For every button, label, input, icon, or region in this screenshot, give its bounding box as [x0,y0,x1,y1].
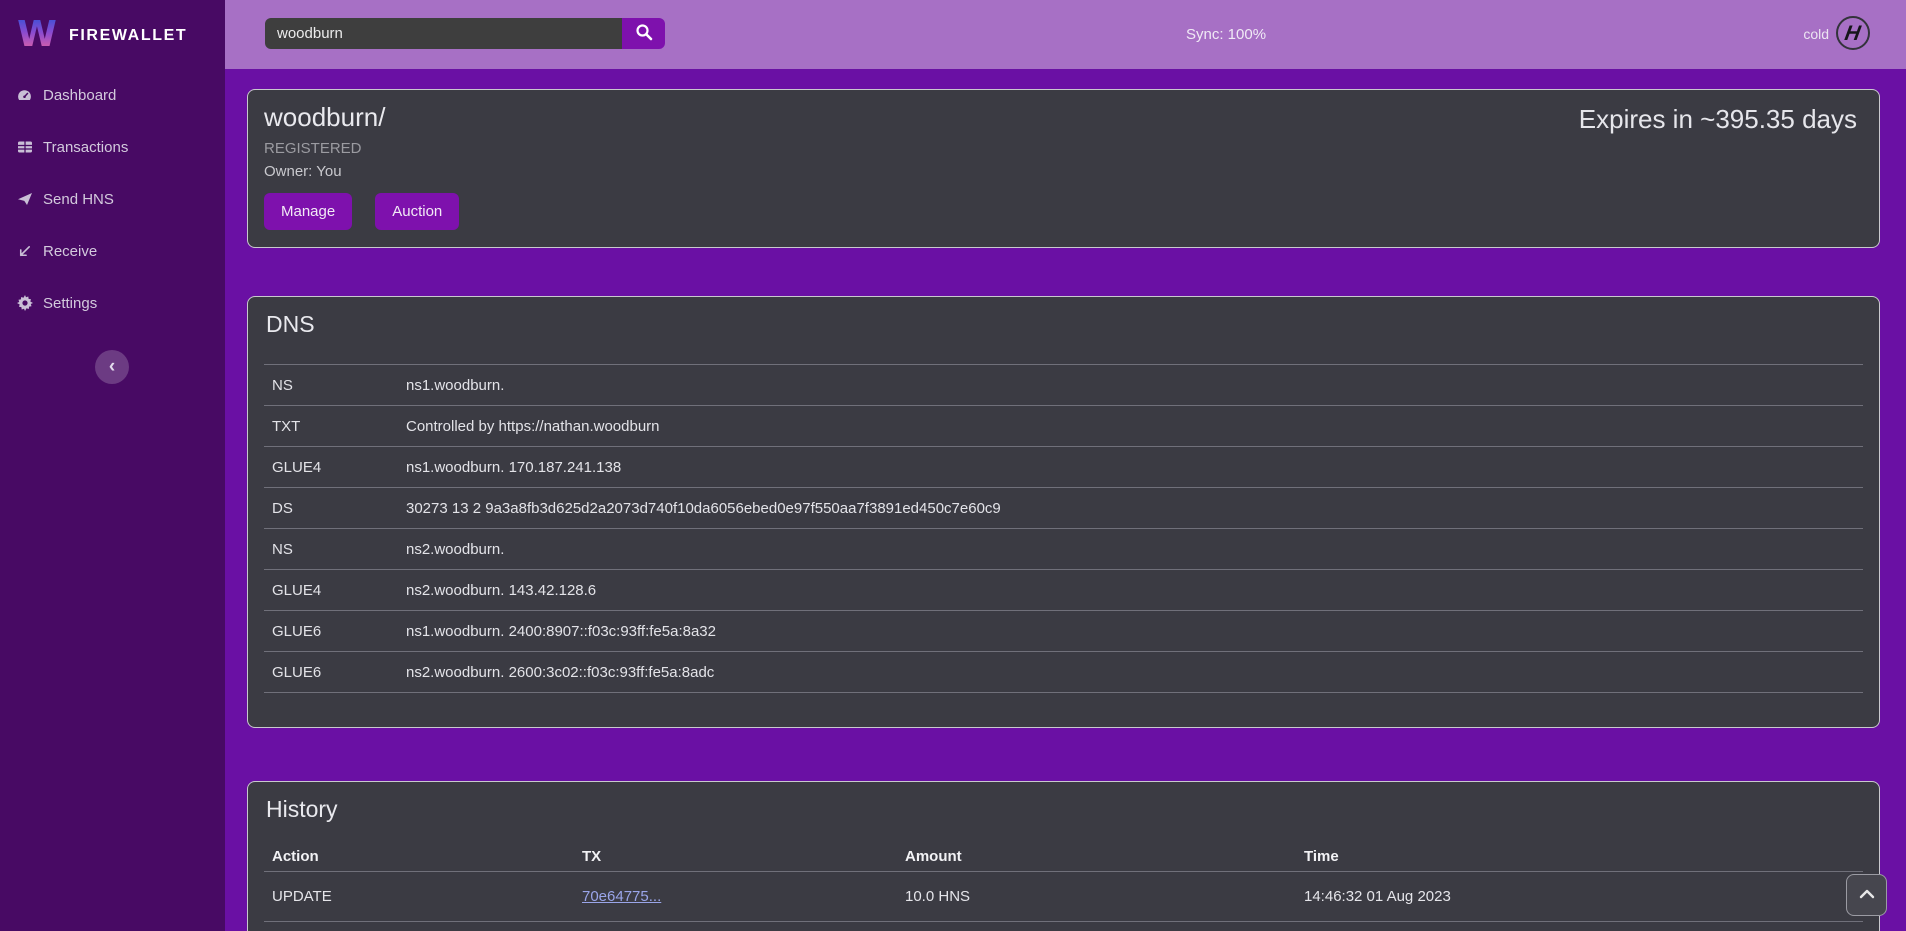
sidebar-item-label: Dashboard [43,87,116,104]
dns-record-row: DS 30273 13 2 9a3a8fb3d625d2a2073d740f10… [264,487,1863,528]
history-header-row: Action TX Amount Time [264,841,1863,871]
auction-button[interactable]: Auction [375,193,459,230]
history-time: 14:46:32 01 Aug 2023 [1296,888,1863,905]
sidebar-item-receive[interactable]: Receive [0,225,225,277]
search-bar [265,18,665,49]
firewallet-logo-icon: W [16,12,58,59]
app-name: FIREWALLET [69,27,187,45]
dns-record-value: ns1.woodburn. 170.187.241.138 [406,459,1863,476]
app-logo: W FIREWALLET [0,0,225,59]
dns-record-row: NS ns2.woodburn. [264,528,1863,569]
history-row: UPDATE 70e64775... 10.0 HNS 14:46:32 01 … [264,871,1863,921]
sidebar-item-label: Settings [43,295,97,312]
dns-record-value: ns2.woodburn. [406,541,1863,558]
transactions-icon [16,139,33,155]
sidebar-item-transactions[interactable]: Transactions [0,121,225,173]
dns-record-type: GLUE6 [264,664,406,681]
dns-record-row: GLUE4 ns1.woodburn. 170.187.241.138 [264,446,1863,487]
sync-status: Sync: 100% [1186,0,1266,69]
dns-record-row: NS ns1.woodburn. [264,364,1863,405]
dns-card: DNS NS ns1.woodburn. TXT Controlled by h… [247,296,1880,728]
sidebar: W FIREWALLET Dashboard [0,0,225,931]
sidebar-item-label: Receive [43,243,97,260]
tx-link[interactable]: 70e64775... [582,888,661,905]
history-row: RENEW 45bd0c1... 10.0 HNS 15:15:36 05 Ju… [264,921,1863,931]
dns-record-value: ns1.woodburn. [406,377,1863,394]
dns-table: NS ns1.woodburn. TXT Controlled by https… [264,364,1863,693]
dns-record-type: TXT [264,418,406,435]
dns-record-row: GLUE6 ns2.woodburn. 2600:3c02::f03c:93ff… [264,651,1863,692]
scroll-to-top-button[interactable] [1846,874,1887,916]
manage-button[interactable]: Manage [264,193,352,230]
dns-record-type: NS [264,541,406,558]
search-icon [635,23,653,44]
receive-icon [16,244,33,259]
handshake-logo-icon: H [1844,23,1863,44]
settings-icon [16,295,33,311]
dns-record-type: GLUE4 [264,459,406,476]
history-card-title: History [266,796,1863,823]
avatar[interactable]: H [1836,16,1870,50]
wallet-name-label: cold [1803,0,1829,69]
dns-record-value: ns1.woodburn. 2400:8907::f03c:93ff:fe5a:… [406,623,1863,640]
column-header-time: Time [1296,848,1863,865]
sidebar-item-send-hns[interactable]: Send HNS [0,173,225,225]
domain-owner: Owner: You [264,163,1857,180]
dns-record-value: Controlled by https://nathan.woodburn [406,418,1863,435]
dns-record-row: TXT Controlled by https://nathan.woodbur… [264,405,1863,446]
main-content: woodburn/ REGISTERED Owner: You Manage A… [225,69,1906,931]
history-amount: 10.0 HNS [897,888,1296,905]
sidebar-item-settings[interactable]: Settings [0,277,225,329]
sidebar-collapse-button[interactable]: ‹ [95,350,129,384]
dns-record-value: 30273 13 2 9a3a8fb3d625d2a2073d740f10da6… [406,500,1863,517]
history-table: Action TX Amount Time UPDATE 70e64775...… [264,841,1863,931]
svg-text:W: W [17,14,57,54]
history-card: History Action TX Amount Time UPDATE 70e… [247,781,1880,931]
dns-record-type: DS [264,500,406,517]
topbar: Sync: 100% cold H [225,0,1906,69]
domain-status: REGISTERED [264,140,1857,157]
expires-label: Expires in ~395.35 days [1579,104,1857,135]
sidebar-item-label: Transactions [43,139,128,156]
column-header-action: Action [264,848,574,865]
send-icon [16,191,33,207]
dns-record-type: GLUE6 [264,623,406,640]
dashboard-icon [16,87,33,104]
column-header-amount: Amount [897,848,1296,865]
dns-record-type: NS [264,377,406,394]
dns-record-type: GLUE4 [264,582,406,599]
column-header-tx: TX [574,848,897,865]
dns-record-row: GLUE6 ns1.woodburn. 2400:8907::f03c:93ff… [264,610,1863,651]
dns-record-row: GLUE4 ns2.woodburn. 143.42.128.6 [264,569,1863,610]
chevron-left-icon: ‹ [109,356,115,378]
dns-card-title: DNS [266,311,1863,338]
search-input[interactable] [265,18,622,49]
history-action: UPDATE [264,888,574,905]
sidebar-nav: Dashboard Transactions Send HNS [0,69,225,329]
sidebar-item-label: Send HNS [43,191,114,208]
search-button[interactable] [622,18,665,49]
dns-record-value: ns2.woodburn. 143.42.128.6 [406,582,1863,599]
domain-card: woodburn/ REGISTERED Owner: You Manage A… [247,89,1880,248]
chevron-up-icon [1859,886,1875,904]
sidebar-item-dashboard[interactable]: Dashboard [0,69,225,121]
dns-record-value: ns2.woodburn. 2600:3c02::f03c:93ff:fe5a:… [406,664,1863,681]
